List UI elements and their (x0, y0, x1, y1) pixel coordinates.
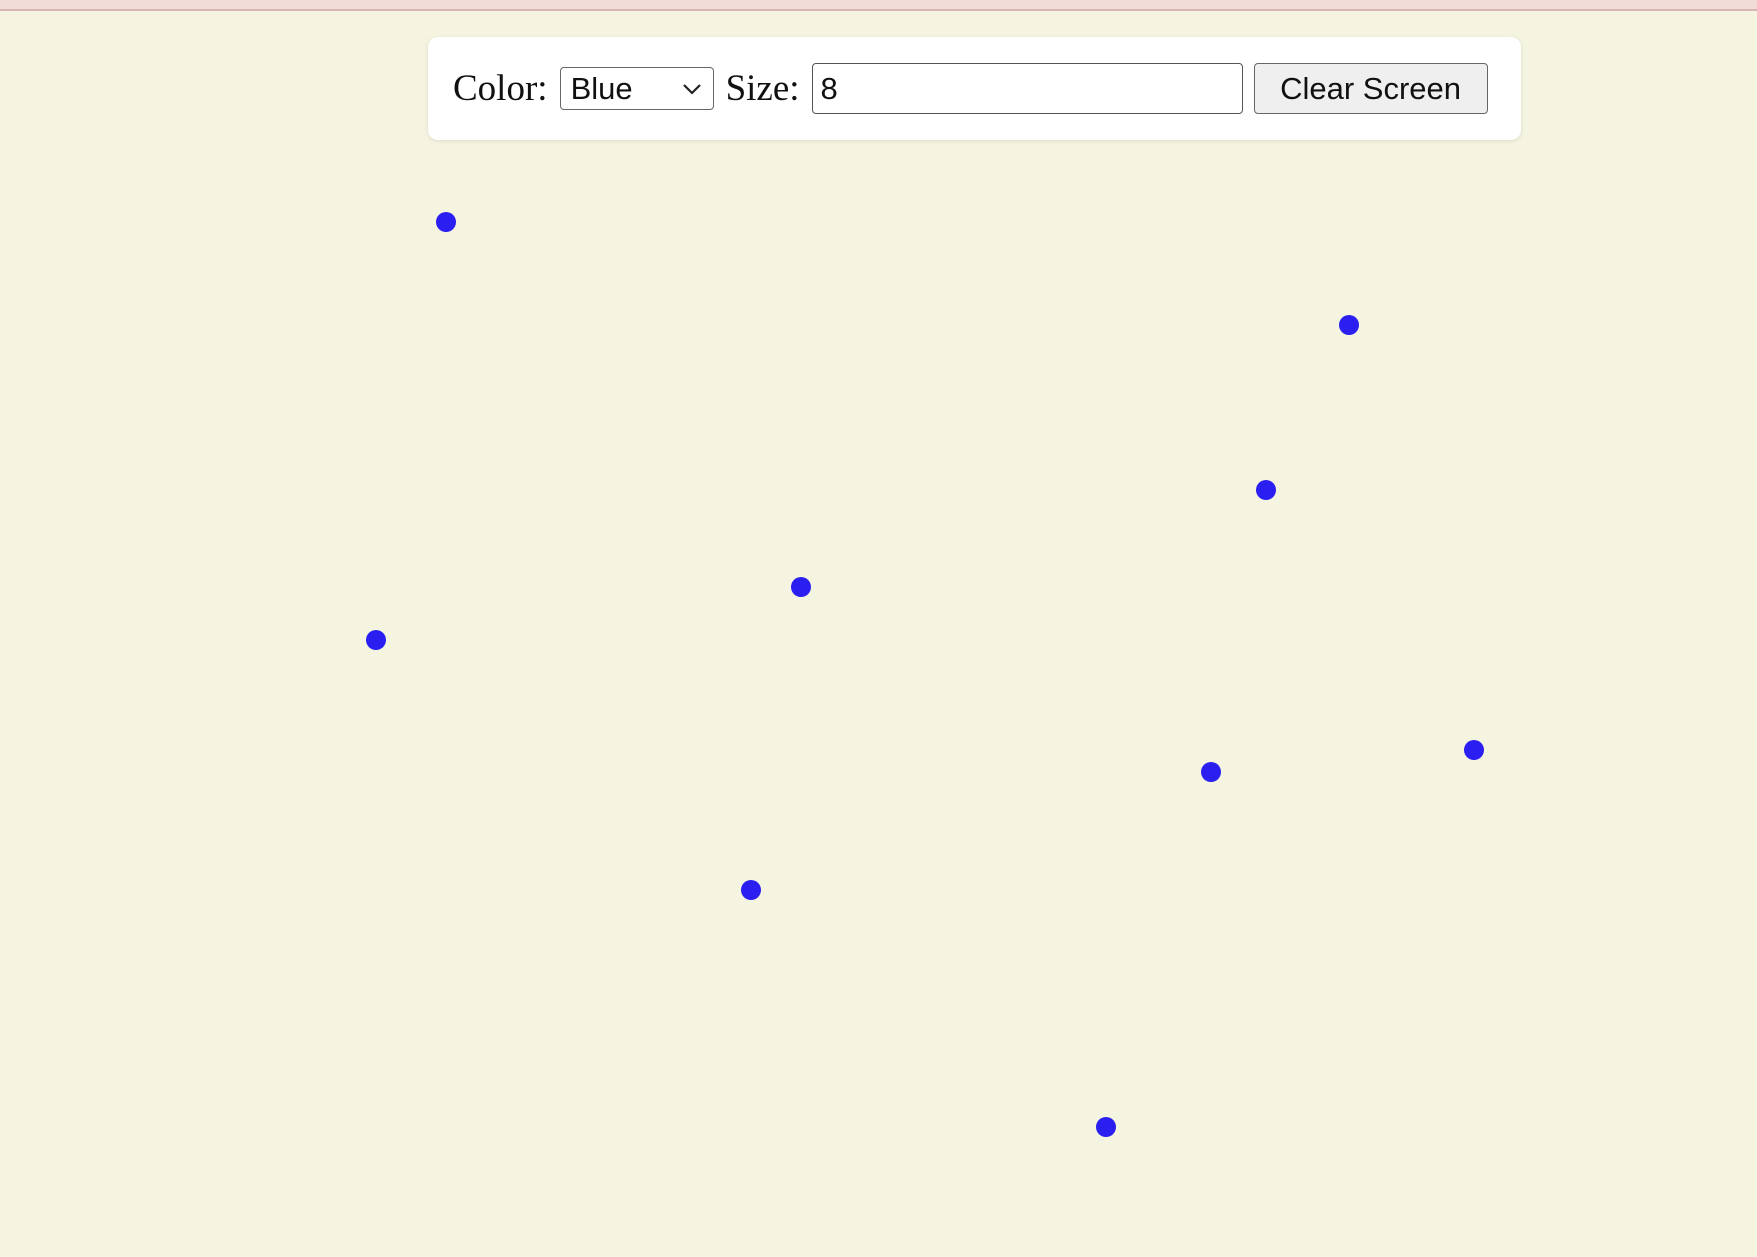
color-select-value: Blue (570, 70, 633, 106)
dot (1339, 315, 1359, 335)
dot (1464, 740, 1484, 760)
toolbar: Color: Blue Size: Clear Screen (428, 37, 1521, 140)
chevron-down-icon (682, 84, 701, 95)
dot (436, 212, 456, 232)
dot (1256, 480, 1276, 500)
dot (741, 880, 761, 900)
dots-layer (366, 212, 1484, 1137)
size-input[interactable] (811, 63, 1243, 114)
dot (1201, 762, 1221, 782)
dot (791, 577, 811, 597)
size-label: Size: (725, 68, 800, 109)
color-select[interactable]: Blue (559, 67, 714, 110)
color-label: Color: (453, 68, 548, 109)
clear-screen-button[interactable]: Clear Screen (1253, 63, 1488, 114)
dot (1096, 1117, 1116, 1137)
dot (366, 630, 386, 650)
